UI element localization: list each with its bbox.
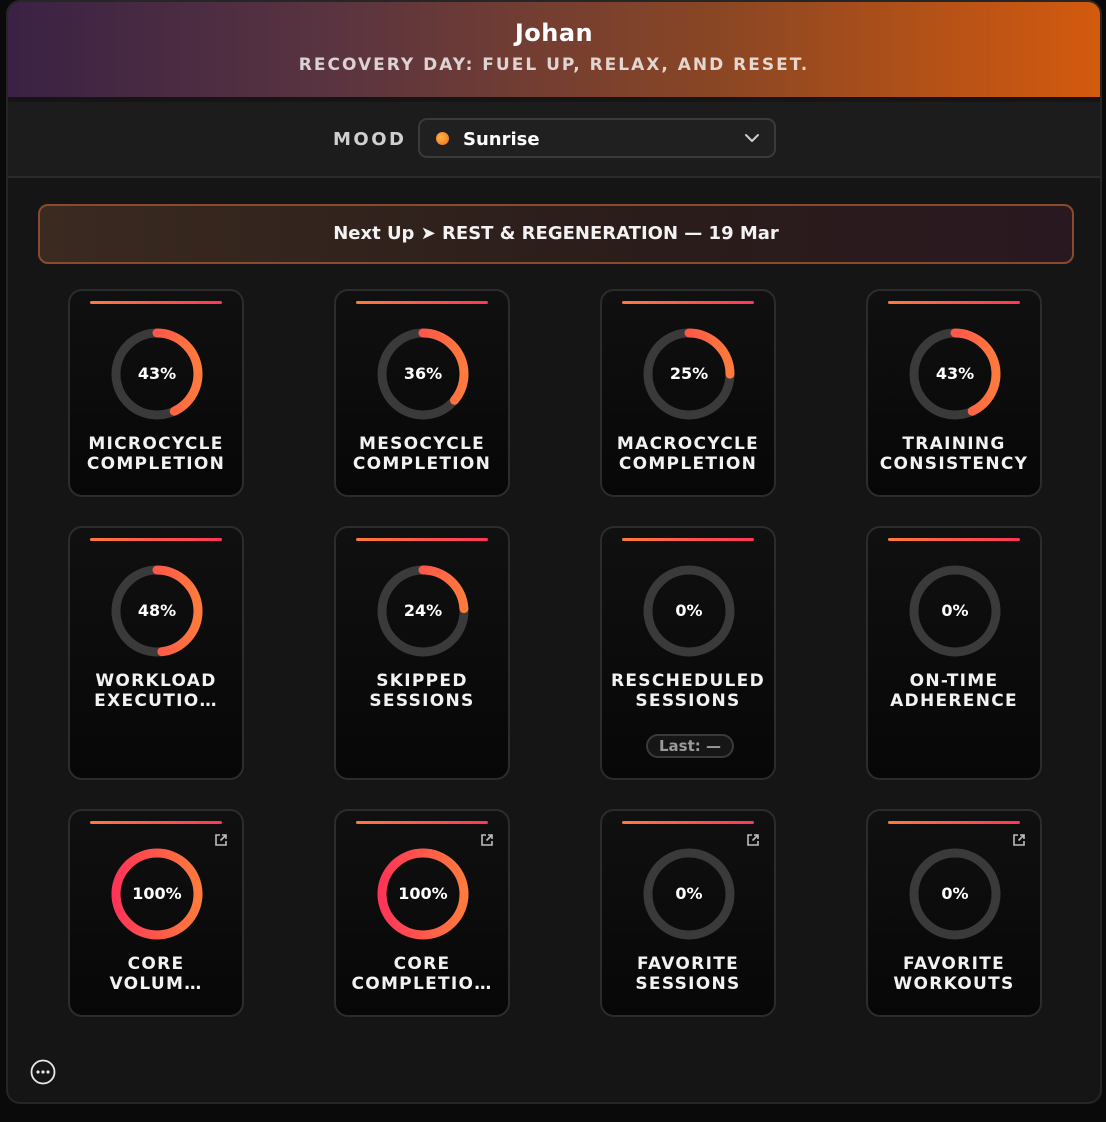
mood-label: MOOD <box>333 129 407 150</box>
metric-label-line1: MESOCYCLE <box>358 434 486 454</box>
card-accent-bar <box>356 821 488 824</box>
card-accent-bar <box>622 538 754 541</box>
mood-color-dot <box>436 132 449 145</box>
percent-value: 25% <box>669 364 709 383</box>
metric-card[interactable]: 36% MESOCYCLE COMPLETION <box>334 289 510 497</box>
metric-card[interactable]: 100% CORE VOLUM… <box>68 809 244 1017</box>
next-up-banner[interactable]: Next Up ➤ REST & REGENERATION — 19 Mar <box>38 204 1074 264</box>
metric-label: CORE COMPLETIO… <box>336 954 508 994</box>
mood-select[interactable]: Sunrise <box>418 118 776 158</box>
card-accent-bar <box>622 301 754 304</box>
more-options-icon[interactable] <box>30 1059 56 1085</box>
metric-label-line2: SESSIONS <box>369 691 475 711</box>
dashboard-panel: Johan RECOVERY DAY: FUEL UP, RELAX, AND … <box>6 0 1102 1104</box>
metric-label-line1: SKIPPED <box>376 671 468 691</box>
card-accent-bar <box>888 301 1020 304</box>
metric-label-line2: ADHERENCE <box>890 691 1018 711</box>
metric-card[interactable]: 0% FAVORITE SESSIONS <box>600 809 776 1017</box>
external-link-icon[interactable] <box>480 833 494 847</box>
metric-card[interactable]: 100% CORE COMPLETIO… <box>334 809 510 1017</box>
metric-label-line2: SESSIONS <box>635 974 741 994</box>
metric-label-line1: MICROCYCLE <box>88 434 224 454</box>
card-accent-bar <box>888 538 1020 541</box>
metric-label-line1: RESCHEDULED <box>610 671 766 691</box>
card-accent-bar <box>888 821 1020 824</box>
metric-label: SKIPPED SESSIONS <box>336 671 508 711</box>
card-accent-bar <box>356 538 488 541</box>
metric-label: CORE VOLUM… <box>70 954 242 994</box>
metric-label-line2: COMPLETIO… <box>351 974 493 994</box>
profile-header: Johan RECOVERY DAY: FUEL UP, RELAX, AND … <box>8 2 1100 97</box>
metric-label-line2: COMPLETION <box>86 454 226 474</box>
metric-label: MICROCYCLE COMPLETION <box>70 434 242 474</box>
metric-label: TRAINING CONSISTENCY <box>868 434 1040 474</box>
metric-card[interactable]: 43% MICROCYCLE COMPLETION <box>68 289 244 497</box>
metric-card[interactable]: 0% RESCHEDULED SESSIONS Last: — <box>600 526 776 780</box>
metric-label-line2: CONSISTENCY <box>879 454 1029 474</box>
external-link-icon[interactable] <box>214 833 228 847</box>
metric-label-line1: TRAINING <box>902 434 1006 454</box>
last-rescheduled-pill: Last: — <box>646 734 734 758</box>
metric-card[interactable]: 48% WORKLOAD EXECUTIO… <box>68 526 244 780</box>
metric-card[interactable]: 25% MACROCYCLE COMPLETION <box>600 289 776 497</box>
athlete-name: Johan <box>514 19 594 47</box>
metric-label-line1: MACROCYCLE <box>616 434 760 454</box>
metric-card[interactable]: 0% FAVORITE WORKOUTS <box>866 809 1042 1017</box>
metric-label: FAVORITE WORKOUTS <box>868 954 1040 994</box>
percent-value: 43% <box>935 364 975 383</box>
metric-label-line2: WORKOUTS <box>893 974 1015 994</box>
metric-label-line1: ON-TIME <box>909 671 999 691</box>
metric-label-line1: FAVORITE <box>637 954 739 974</box>
card-accent-bar <box>90 301 222 304</box>
metric-label: MACROCYCLE COMPLETION <box>602 434 774 474</box>
chevron-down-icon <box>745 134 759 142</box>
metric-label: FAVORITE SESSIONS <box>602 954 774 994</box>
metric-label: WORKLOAD EXECUTIO… <box>70 671 242 711</box>
metric-label-line1: CORE <box>393 954 451 974</box>
metric-label-line2: COMPLETION <box>618 454 758 474</box>
percent-value: 0% <box>941 601 969 620</box>
percent-value: 48% <box>137 601 177 620</box>
external-link-icon[interactable] <box>1012 833 1026 847</box>
percent-value: 24% <box>403 601 443 620</box>
card-accent-bar <box>90 538 222 541</box>
card-accent-bar <box>622 821 754 824</box>
metric-label-line2: COMPLETION <box>352 454 492 474</box>
metric-card[interactable]: 43% TRAINING CONSISTENCY <box>866 289 1042 497</box>
metric-label-line2: SESSIONS <box>635 691 741 711</box>
metric-label-line2: VOLUM… <box>109 974 203 994</box>
percent-value: 0% <box>675 601 703 620</box>
percent-value: 0% <box>941 884 969 903</box>
card-accent-bar <box>90 821 222 824</box>
percent-value: 100% <box>398 884 448 903</box>
percent-value: 43% <box>137 364 177 383</box>
metric-label-line2: EXECUTIO… <box>94 691 218 711</box>
metric-card[interactable]: 0% ON-TIME ADHERENCE <box>866 526 1042 780</box>
day-tagline: RECOVERY DAY: FUEL UP, RELAX, AND RESET. <box>298 55 810 75</box>
percent-value: 0% <box>675 884 703 903</box>
metric-label: ON-TIME ADHERENCE <box>868 671 1040 711</box>
metric-card[interactable]: 24% SKIPPED SESSIONS <box>334 526 510 780</box>
metric-label-line1: WORKLOAD <box>95 671 217 691</box>
mood-selected-value: Sunrise <box>463 129 540 150</box>
external-link-icon[interactable] <box>746 833 760 847</box>
metric-label-line1: FAVORITE <box>903 954 1005 974</box>
card-accent-bar <box>356 301 488 304</box>
metric-label: MESOCYCLE COMPLETION <box>336 434 508 474</box>
metric-label: RESCHEDULED SESSIONS <box>602 671 774 711</box>
mood-bar: MOOD Sunrise <box>8 102 1100 178</box>
percent-value: 36% <box>403 364 443 383</box>
metric-label-line1: CORE <box>127 954 185 974</box>
percent-value: 100% <box>132 884 182 903</box>
